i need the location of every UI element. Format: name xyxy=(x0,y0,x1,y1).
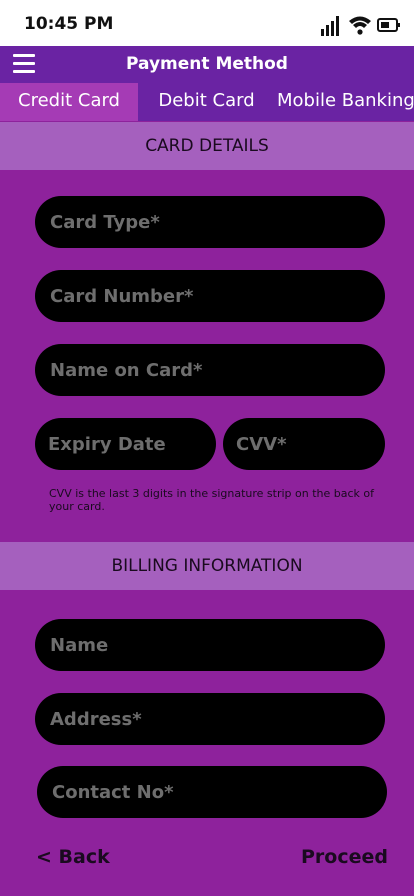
expiry-date-field[interactable]: Expiry Date xyxy=(35,418,216,470)
billing-header: BILLING INFORMATION xyxy=(0,542,414,590)
billing-name-field[interactable]: Name xyxy=(35,619,385,671)
status-time: 10:45 PM xyxy=(24,14,114,34)
back-button[interactable]: < Back xyxy=(36,846,110,868)
tab-mobile-banking[interactable]: Mobile Banking xyxy=(277,83,414,121)
proceed-button[interactable]: Proceed xyxy=(301,846,388,868)
billing-address-field[interactable]: Address* xyxy=(35,693,385,745)
signal-icon xyxy=(321,16,339,36)
battery-icon xyxy=(377,18,400,32)
tab-debit-card[interactable]: Debit Card xyxy=(138,83,275,121)
status-bar: 10:45 PM xyxy=(0,0,414,46)
name-on-card-field[interactable]: Name on Card* xyxy=(35,344,385,396)
wifi-icon xyxy=(349,16,371,35)
contact-number-field[interactable]: Contact No* xyxy=(37,766,387,818)
cvv-field[interactable]: CVV* xyxy=(223,418,385,470)
cvv-hint: CVV is the last 3 digits in the signatur… xyxy=(49,487,374,513)
card-number-field[interactable]: Card Number* xyxy=(35,270,385,322)
tab-bar: Credit Card Debit Card Mobile Banking xyxy=(0,83,414,121)
app-bar: Payment Method xyxy=(0,46,414,83)
page-title: Payment Method xyxy=(126,54,288,74)
card-type-field[interactable]: Card Type* xyxy=(35,196,385,248)
card-details-header: CARD DETAILS xyxy=(0,122,414,170)
tab-credit-card[interactable]: Credit Card xyxy=(0,83,138,121)
